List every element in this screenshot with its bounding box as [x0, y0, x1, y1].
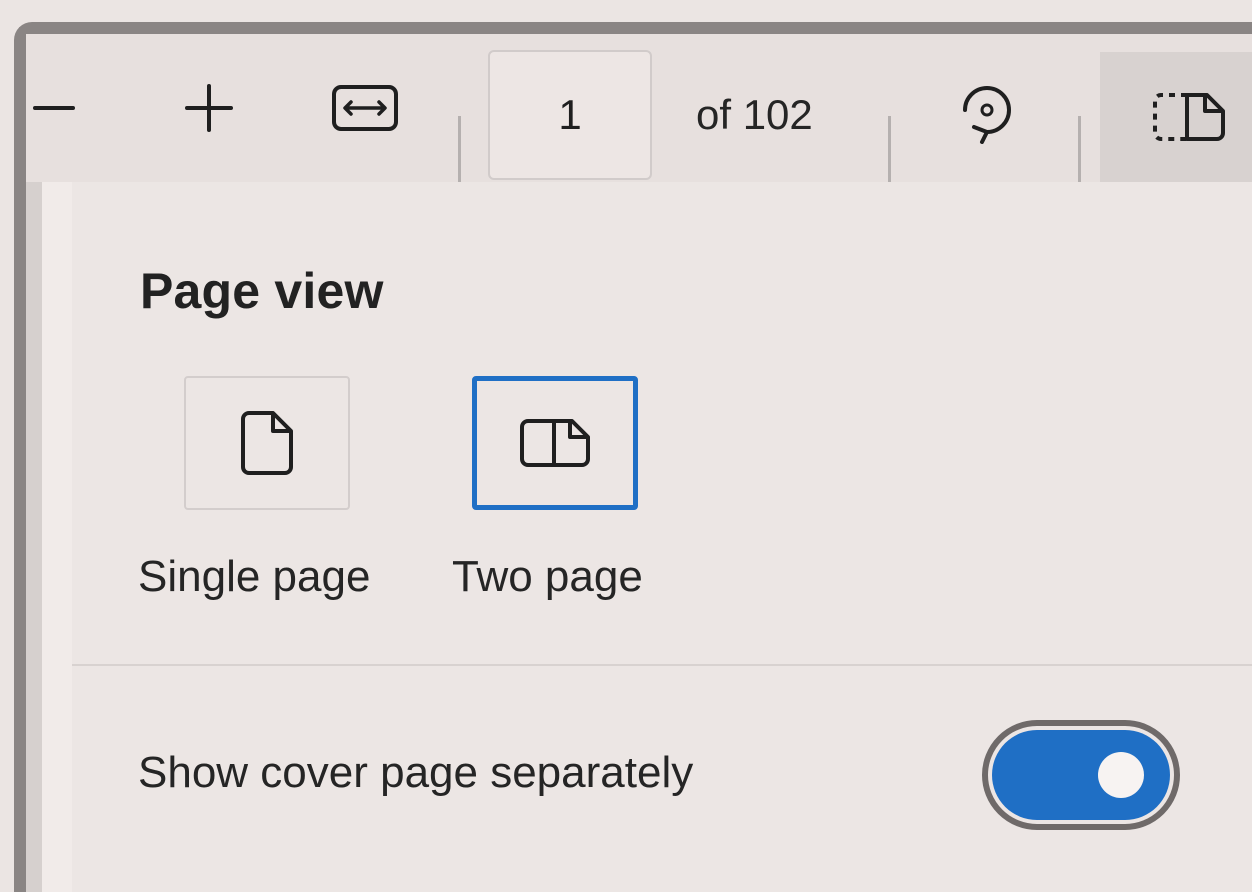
viewer-toolbar: 1 of 102	[26, 34, 1252, 182]
two-page-icon	[1153, 93, 1225, 141]
toolbar-separator	[1078, 116, 1081, 182]
page-number-value: 1	[558, 91, 582, 138]
plus-icon	[185, 84, 233, 132]
fit-width-button[interactable]	[318, 34, 412, 182]
two-page-option[interactable]	[472, 376, 638, 510]
page-number-input[interactable]: 1	[488, 50, 652, 180]
toggle-knob	[1098, 752, 1144, 798]
toolbar-separator	[458, 116, 461, 182]
single-page-label: Single page	[138, 552, 371, 601]
document-edge-inner	[42, 182, 72, 892]
two-page-label: Two page	[452, 552, 643, 601]
page-total-label: of 102	[696, 91, 813, 138]
rotate-button[interactable]	[938, 34, 1034, 182]
fit-width-icon	[332, 85, 398, 131]
minus-icon	[33, 106, 75, 110]
flyout-title: Page view	[140, 263, 384, 319]
page-view-button[interactable]	[1100, 52, 1252, 182]
divider	[72, 664, 1252, 666]
cover-page-label: Show cover page separately	[138, 748, 694, 797]
rotate-icon	[963, 86, 1011, 144]
zoom-out-button[interactable]	[26, 34, 84, 182]
pdf-viewer: 1 of 102 Page view Single page Two page …	[0, 0, 1252, 892]
two-page-icon	[520, 419, 590, 467]
toolbar-separator	[888, 116, 891, 182]
single-page-option[interactable]	[184, 376, 350, 510]
zoom-in-button[interactable]	[162, 34, 256, 182]
single-page-icon	[241, 411, 293, 475]
